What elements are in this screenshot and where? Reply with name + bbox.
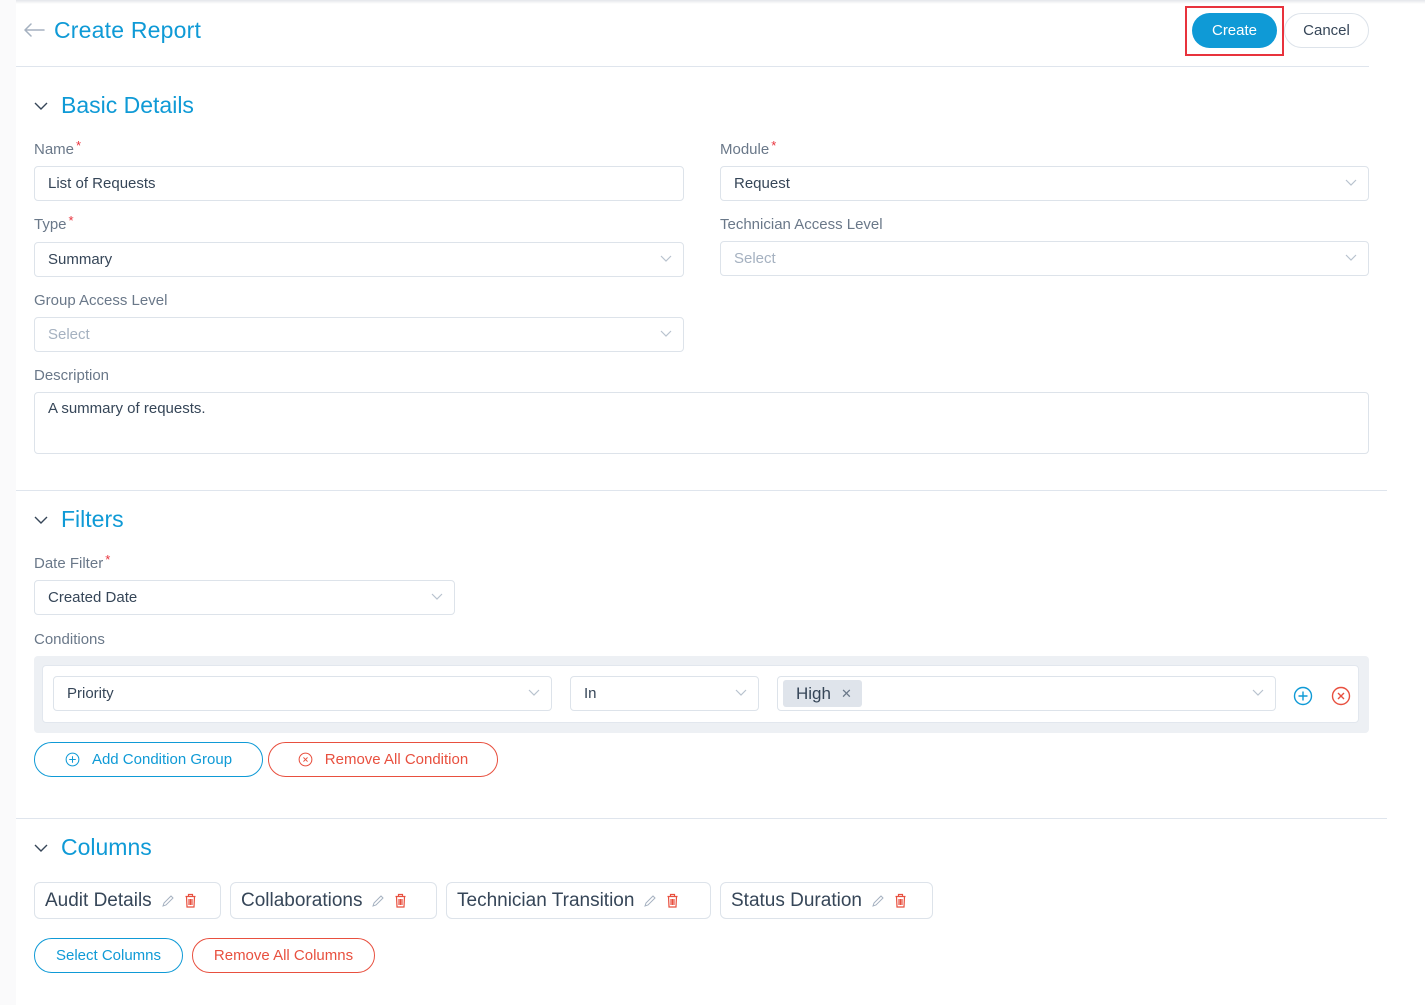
date-filter-select[interactable]: Created Date — [34, 580, 455, 615]
technician-access-select[interactable]: Select — [720, 241, 1369, 276]
condition-group: Priority In High ✕ — [34, 656, 1369, 733]
condition-operator-select[interactable]: In — [570, 676, 759, 711]
page-header: Create Report — [24, 10, 201, 50]
trash-icon[interactable] — [394, 893, 407, 908]
condition-value-select[interactable]: High ✕ — [777, 676, 1276, 711]
header-divider — [16, 66, 1369, 67]
type-select[interactable]: Summary — [34, 242, 684, 277]
name-input[interactable]: List of Requests — [34, 166, 684, 201]
column-label: Technician Transition — [457, 889, 635, 911]
section-divider — [16, 818, 1387, 819]
column-chip: Status Duration — [720, 882, 933, 919]
chevron-down-icon — [34, 102, 48, 110]
chevron-down-icon — [431, 593, 443, 600]
pencil-icon[interactable] — [161, 894, 175, 908]
remove-all-columns-button[interactable]: Remove All Columns — [192, 938, 375, 973]
section-filters[interactable]: Filters — [34, 506, 124, 533]
column-label: Status Duration — [731, 889, 862, 911]
remove-tag-icon[interactable]: ✕ — [841, 686, 852, 702]
section-divider — [16, 490, 1387, 491]
chevron-down-icon — [34, 844, 48, 852]
column-chip: Technician Transition — [446, 882, 711, 919]
group-access-label: Group Access Level — [34, 292, 168, 309]
chevron-down-icon — [735, 689, 747, 696]
trash-icon[interactable] — [666, 893, 679, 908]
column-label: Collaborations — [241, 889, 363, 911]
condition-field-select[interactable]: Priority — [53, 676, 552, 711]
chevron-down-icon — [528, 689, 540, 696]
column-label: Audit Details — [45, 889, 152, 911]
chevron-down-icon — [34, 516, 48, 524]
module-label: Module * — [720, 138, 777, 158]
value-tag: High ✕ — [783, 680, 862, 707]
section-columns[interactable]: Columns — [34, 834, 152, 861]
select-columns-button[interactable]: Select Columns — [34, 938, 183, 973]
add-condition-group-button[interactable]: Add Condition Group — [34, 742, 263, 777]
chevron-down-icon — [1345, 254, 1357, 261]
name-label: Name * — [34, 138, 82, 158]
remove-condition-icon[interactable] — [1331, 686, 1351, 706]
chevron-down-icon — [1252, 689, 1264, 696]
pencil-icon[interactable] — [371, 894, 385, 908]
description-label: Description — [34, 367, 110, 384]
technician-access-label: Technician Access Level — [720, 216, 883, 233]
left-gutter — [0, 0, 16, 1005]
cancel-button[interactable]: Cancel — [1284, 13, 1369, 48]
conditions-label: Conditions — [34, 631, 105, 648]
chevron-down-icon — [660, 330, 672, 337]
description-textarea[interactable]: A summary of requests. — [34, 392, 1369, 454]
date-filter-label: Date Filter * — [34, 552, 111, 572]
create-button[interactable]: Create — [1192, 13, 1277, 48]
section-title: Basic Details — [61, 92, 194, 118]
pencil-icon[interactable] — [871, 894, 885, 908]
add-condition-icon[interactable] — [1293, 686, 1313, 706]
top-shadow — [0, 0, 1425, 4]
pencil-icon[interactable] — [643, 894, 657, 908]
close-circle-icon — [298, 752, 313, 767]
column-chip: Collaborations — [230, 882, 437, 919]
chevron-down-icon — [660, 255, 672, 262]
back-arrow-icon[interactable] — [24, 22, 46, 38]
type-label: Type * — [34, 213, 74, 233]
module-select[interactable]: Request — [720, 166, 1369, 201]
page-title: Create Report — [54, 16, 202, 43]
section-basic-details[interactable]: Basic Details — [34, 92, 194, 119]
section-title: Filters — [61, 506, 124, 532]
remove-all-condition-button[interactable]: Remove All Condition — [268, 742, 498, 777]
plus-circle-icon — [65, 752, 80, 767]
trash-icon[interactable] — [894, 893, 907, 908]
trash-icon[interactable] — [184, 893, 197, 908]
column-chip: Audit Details — [34, 882, 221, 919]
section-title: Columns — [61, 834, 152, 860]
chevron-down-icon — [1345, 179, 1357, 186]
condition-row: Priority In High ✕ — [42, 665, 1359, 723]
group-access-select[interactable]: Select — [34, 317, 684, 352]
